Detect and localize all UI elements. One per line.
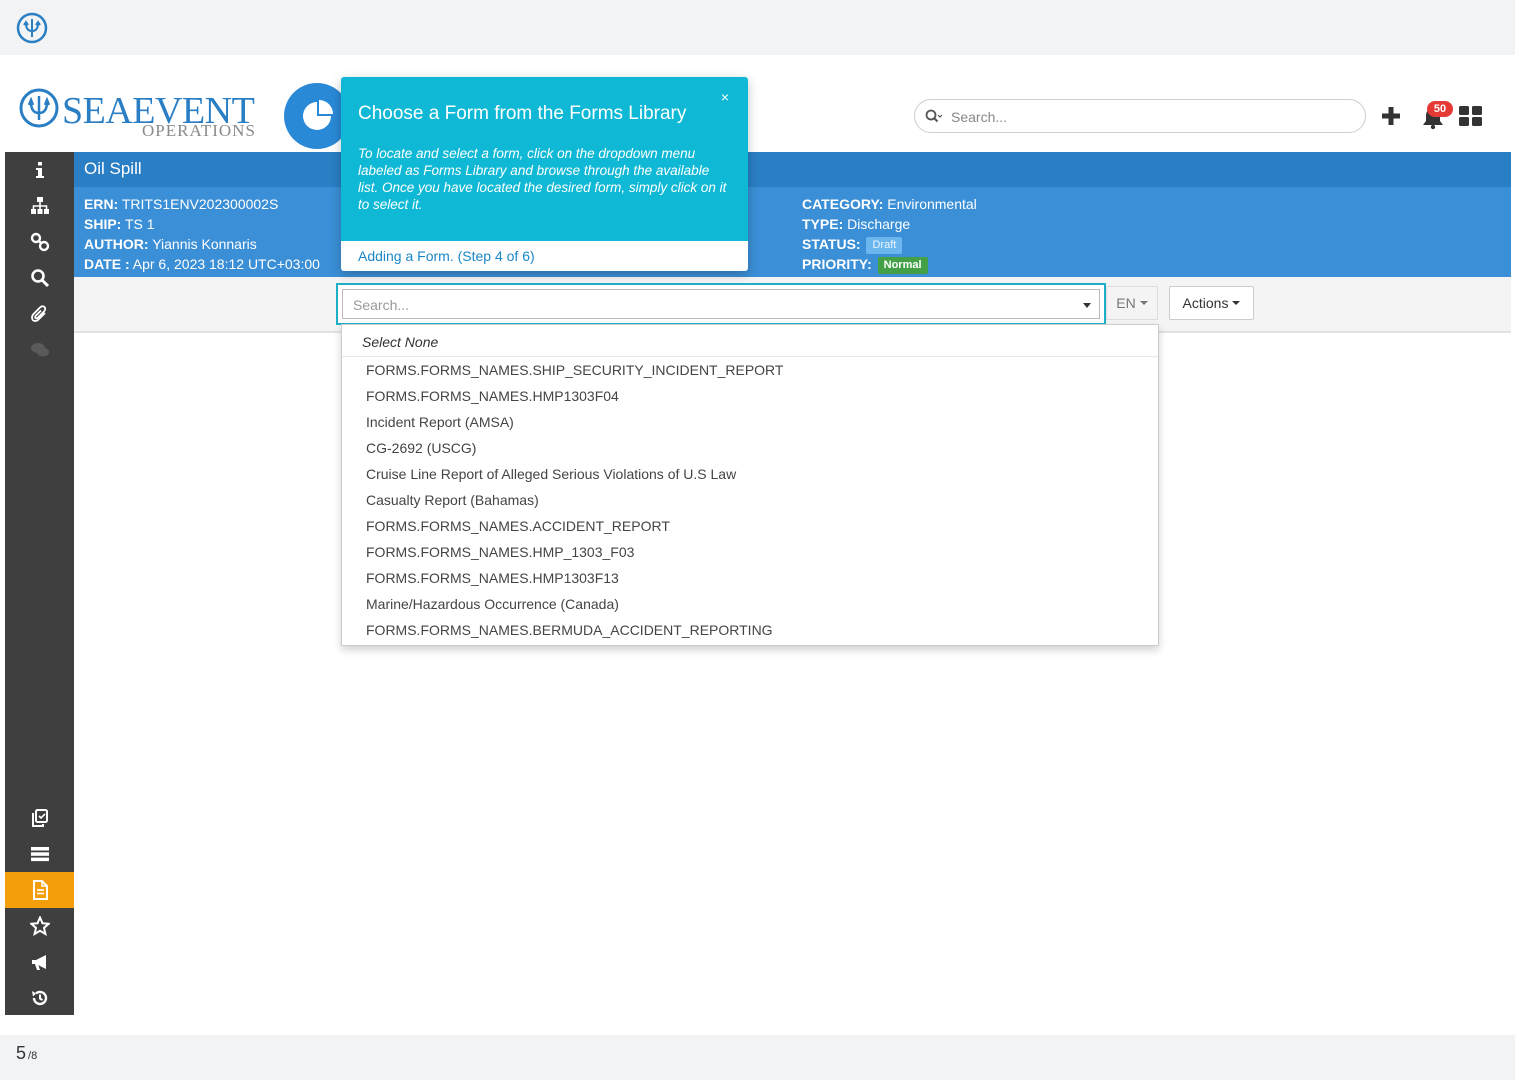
link-icon <box>30 232 49 252</box>
trident-logo-icon <box>19 88 59 128</box>
chevron-down-icon[interactable] <box>1083 303 1091 308</box>
sidebar-item-list[interactable] <box>5 836 74 872</box>
form-option[interactable]: FORMS.FORMS_NAMES.BERMUDA_ACCIDENT_REPOR… <box>342 617 1158 643</box>
language-button[interactable]: EN <box>1106 286 1158 320</box>
caret-down-icon <box>1139 301 1148 305</box>
sidebar-item-copy[interactable] <box>5 800 74 836</box>
copy-icon <box>31 809 48 827</box>
sidebar-item-comments[interactable] <box>5 332 74 368</box>
info-icon <box>35 162 44 178</box>
star-icon <box>29 916 50 936</box>
top-strip <box>0 0 1515 55</box>
sidebar-item-links[interactable] <box>5 224 74 260</box>
author-value: Yiannis Konnaris <box>152 236 257 252</box>
sidebar-item-history[interactable] <box>5 980 74 1016</box>
form-option[interactable]: FORMS.FORMS_NAMES.ACCIDENT_REPORT <box>342 513 1158 539</box>
form-option[interactable]: FORMS.FORMS_NAMES.HMP1303F13 <box>342 565 1158 591</box>
close-icon[interactable]: × <box>717 89 733 105</box>
tour-title: Choose a Form from the Forms Library <box>358 103 687 124</box>
ship-label: SHIP: <box>84 216 122 232</box>
sidebar-item-search[interactable] <box>5 260 74 296</box>
global-search[interactable] <box>914 99 1366 133</box>
status-label: STATUS: <box>802 236 861 252</box>
form-option[interactable]: Cruise Line Report of Alleged Serious Vi… <box>342 461 1158 487</box>
app-logo-icon[interactable] <box>16 12 48 44</box>
incident-title: Oil Spill <box>84 159 142 178</box>
sidebar-item-announcements[interactable] <box>5 944 74 980</box>
sidebar-item-info[interactable] <box>5 152 74 188</box>
brand-logo[interactable]: SEAEVENT OPERATIONS <box>18 85 258 141</box>
pie-chart-icon <box>303 100 333 130</box>
global-search-input[interactable] <box>951 106 1351 128</box>
tour-popover-footer: Adding a Form. (Step 4 of 6) <box>341 241 748 271</box>
apps-grid-icon[interactable] <box>1459 105 1483 127</box>
tour-popover-body: Choose a Form from the Forms Library × T… <box>341 77 748 241</box>
sitemap-icon <box>30 197 49 214</box>
add-icon[interactable] <box>1380 105 1402 127</box>
caret-down-icon <box>1232 301 1241 305</box>
status-badge: Draft <box>866 236 903 254</box>
form-option[interactable]: FORMS.FORMS_NAMES.HMP_1303_F03 <box>342 539 1158 565</box>
app-frame: SEAEVENT OPERATIONS 50 <box>0 55 1515 1035</box>
forms-dropdown-menu: Select None FORMS.FORMS_NAMES.SHIP_SECUR… <box>341 324 1159 646</box>
tour-popover: Choose a Form from the Forms Library × T… <box>341 77 748 271</box>
forms-option-list: FORMS.FORMS_NAMES.SHIP_SECURITY_INCIDENT… <box>342 357 1158 643</box>
actions-button[interactable]: Actions <box>1169 286 1254 320</box>
form-icon <box>32 880 48 900</box>
comments-icon <box>30 343 49 357</box>
forms-library-search-input[interactable] <box>353 295 1053 315</box>
incident-details-right: CATEGORY: Environmental TYPE: Discharge … <box>802 194 977 274</box>
current-page: 5 <box>16 1043 27 1063</box>
form-option[interactable]: Incident Report (AMSA) <box>342 409 1158 435</box>
actions-label: Actions <box>1182 295 1229 311</box>
incident-title-bar: Oil Spill <box>74 152 1511 187</box>
brand-subtitle: OPERATIONS <box>142 121 256 140</box>
category-label: CATEGORY: <box>802 196 884 212</box>
tour-description: To locate and select a form, click on th… <box>358 146 727 212</box>
sidebar-item-hierarchy[interactable] <box>5 188 74 224</box>
page-indicator: 5/8 <box>16 1043 37 1064</box>
type-label: TYPE: <box>802 216 844 232</box>
history-icon <box>31 990 47 1006</box>
form-option[interactable]: FORMS.FORMS_NAMES.HMP1303F04 <box>342 383 1158 409</box>
author-label: AUTHOR: <box>84 236 149 252</box>
priority-label: PRIORITY: <box>802 256 872 272</box>
language-label: EN <box>1116 295 1136 311</box>
sidebar-item-attachments[interactable] <box>5 296 74 332</box>
total-pages: /8 <box>28 1050 38 1062</box>
forms-library-select-highlight <box>336 283 1106 325</box>
sidebar-item-favorites[interactable] <box>5 908 74 944</box>
list-icon <box>30 847 49 862</box>
bullhorn-icon <box>31 955 46 970</box>
form-option[interactable]: Marine/Hazardous Occurrence (Canada) <box>342 591 1158 617</box>
app-header: SEAEVENT OPERATIONS 50 <box>0 55 1515 152</box>
form-option[interactable]: CG-2692 (USCG) <box>342 435 1158 461</box>
notification-count-badge[interactable]: 50 <box>1427 101 1453 117</box>
type-value: Discharge <box>847 216 911 232</box>
ern-label: ERN: <box>84 196 119 212</box>
ship-value: TS 1 <box>124 216 155 232</box>
priority-badge: Normal <box>877 256 928 274</box>
incident-details-left: ERN: TRITS1ENV202300002S SHIP: TS 1 AUTH… <box>84 194 320 274</box>
forms-library-select[interactable] <box>342 289 1100 319</box>
category-value: Environmental <box>887 196 977 212</box>
search-dropdown-icon[interactable] <box>925 109 943 125</box>
paperclip-icon <box>30 305 46 322</box>
left-sidebar <box>5 152 74 1015</box>
tour-step-indicator: Adding a Form. (Step 4 of 6) <box>358 248 535 264</box>
ern-value: TRITS1ENV202300002S <box>121 196 279 212</box>
form-option[interactable]: FORMS.FORMS_NAMES.SHIP_SECURITY_INCIDENT… <box>342 357 1158 383</box>
date-label: DATE : <box>84 256 130 272</box>
sidebar-item-forms[interactable] <box>5 872 74 908</box>
search-icon <box>30 269 49 288</box>
form-option[interactable]: Casualty Report (Bahamas) <box>342 487 1158 513</box>
incident-info-panel: Oil Spill ERN: TRITS1ENV202300002S SHIP:… <box>74 152 1511 277</box>
date-value: Apr 6, 2023 18:12 UTC+03:00 <box>132 256 320 272</box>
select-none-option[interactable]: Select None <box>342 325 1158 357</box>
